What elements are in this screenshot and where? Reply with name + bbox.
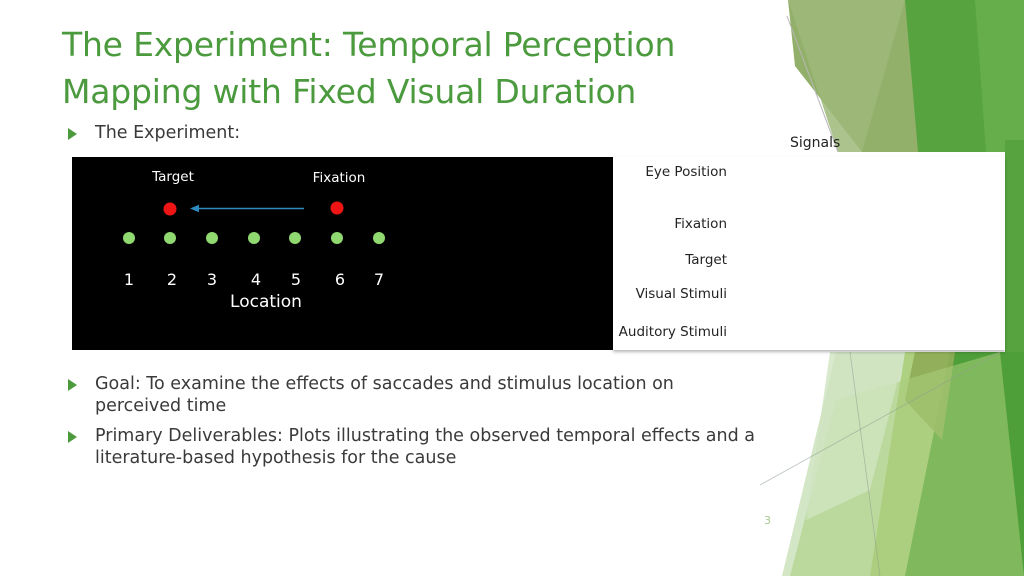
bullet-goal: Goal: To examine the effects of saccades… — [62, 373, 752, 418]
decor-shape-mid-green — [905, 0, 1024, 152]
signal-label-eye-position: Eye Position — [645, 164, 727, 180]
location-number-4: 4 — [250, 270, 262, 289]
signal-label-visual-stimuli: Visual Stimuli — [635, 286, 727, 302]
slide-number: 3 — [764, 514, 771, 527]
location-dot-1 — [123, 232, 135, 244]
target-red-dot — [163, 202, 177, 216]
decor-shape-bottom-olive — [905, 352, 955, 440]
decor-line-bottom-b — [759, 351, 1001, 486]
location-dot-7 — [373, 232, 385, 244]
decor-shape-bottom-darkgreen — [905, 352, 1024, 576]
stimulus-diagram-panel: Target Fixation 1 2 3 4 5 6 7 Location — [72, 157, 613, 350]
location-caption: Location — [230, 292, 302, 312]
target-label: Target — [152, 169, 194, 185]
bullet-text: The Experiment: — [95, 123, 241, 143]
bullet-triangle-icon — [68, 379, 77, 391]
fixation-label: Fixation — [312, 170, 366, 186]
bullet-experiment: The Experiment: — [62, 122, 702, 144]
decor-shape-olive — [788, 0, 1024, 152]
decor-shape-bottom-pale — [782, 352, 940, 576]
bullet-triangle-icon — [68, 128, 77, 140]
signals-panel: Eye Position Fixation Target Visual Stim… — [613, 157, 1005, 350]
location-number-3: 3 — [206, 270, 218, 289]
fixation-red-dot — [330, 201, 344, 215]
location-number-7: 7 — [373, 270, 385, 289]
location-number-6: 6 — [334, 270, 346, 289]
saccade-arrow-icon — [190, 204, 304, 213]
signal-label-fixation: Fixation — [674, 216, 727, 232]
location-dot-2 — [164, 232, 176, 244]
location-dot-5 — [289, 232, 301, 244]
location-number-1: 1 — [123, 270, 135, 289]
signal-label-auditory-stimuli: Auditory Stimuli — [618, 324, 727, 340]
decor-shape-right-green — [975, 0, 1024, 152]
location-dot-4 — [248, 232, 260, 244]
decor-shape-bottom-lightgreen — [870, 352, 1000, 576]
decor-shape-bottom-palegreen2 — [806, 352, 905, 520]
page-title: The Experiment: Temporal Perception Mapp… — [62, 25, 676, 111]
location-number-2: 2 — [166, 270, 178, 289]
signal-label-target: Target — [685, 252, 727, 268]
decor-shape-bottom-diag — [790, 352, 1024, 576]
bullet-triangle-icon — [68, 431, 77, 443]
decor-line-bottom-a — [849, 351, 881, 576]
location-number-5: 5 — [290, 270, 302, 289]
bullet-deliverables: Primary Deliverables: Plots illustrating… — [62, 425, 762, 470]
decor-shape-top-lightolive — [788, 0, 905, 152]
decor-right-band — [1005, 140, 1024, 366]
bullet-text: Primary Deliverables: Plots illustrating… — [95, 426, 756, 469]
location-dot-6 — [331, 232, 343, 244]
decor-line-top — [786, 15, 839, 153]
bullet-text: Goal: To examine the effects of saccades… — [95, 374, 674, 417]
presentation-slide: The Experiment: Temporal Perception Mapp… — [0, 0, 1024, 576]
location-dot-3 — [206, 232, 218, 244]
signals-panel-title: Signals — [790, 135, 841, 151]
